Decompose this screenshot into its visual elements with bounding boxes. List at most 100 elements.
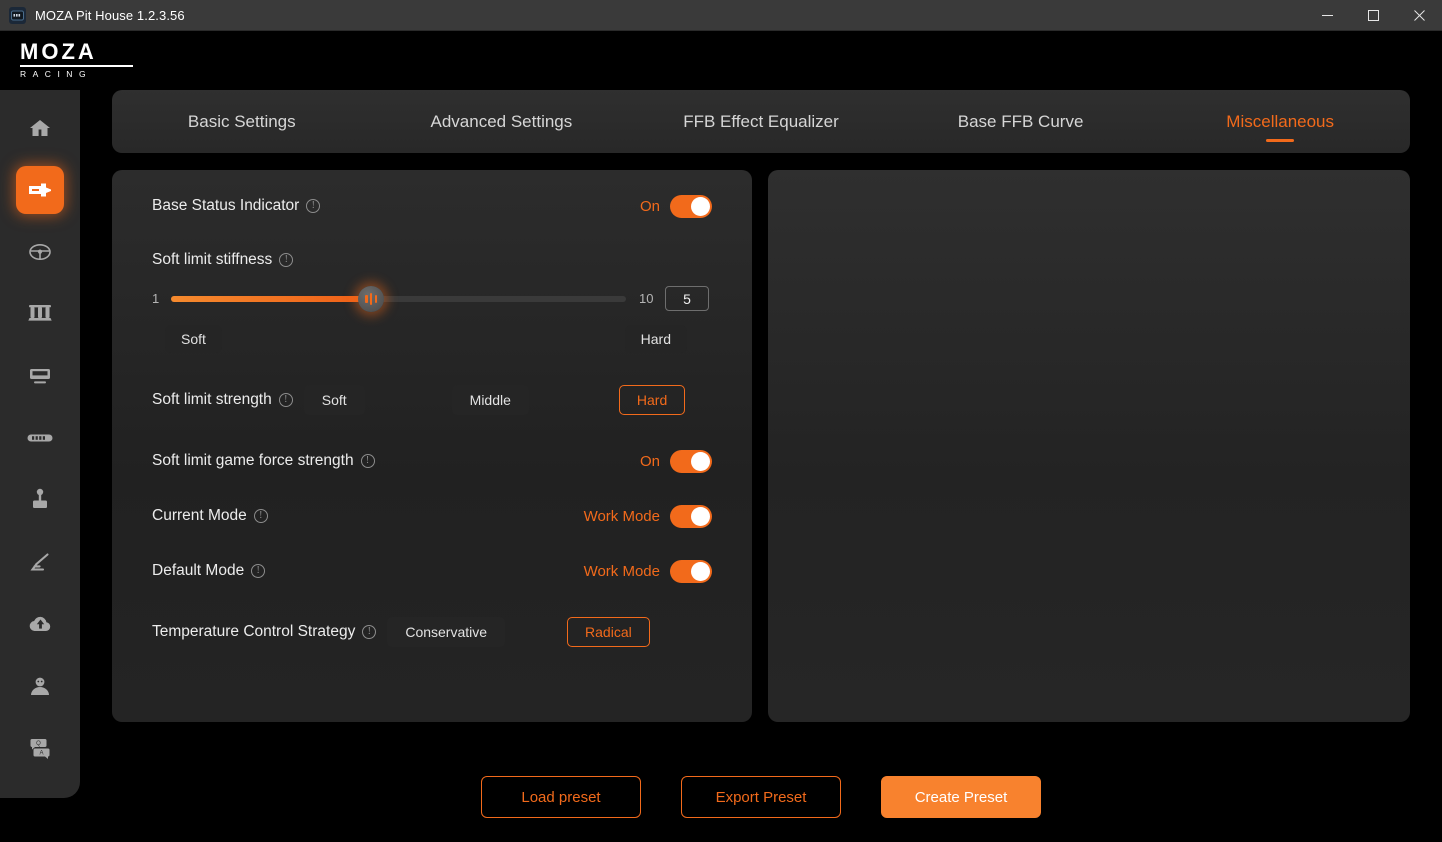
- user-icon: [28, 675, 52, 697]
- tab-base-ffb-curve[interactable]: Base FFB Curve: [891, 90, 1151, 153]
- setting-label: Soft limit game force strength: [152, 452, 354, 469]
- label-temperature-control-strategy: Temperature Control Strategy !: [152, 623, 377, 641]
- window-title: MOZA Pit House 1.2.3.56: [35, 7, 185, 23]
- info-icon[interactable]: !: [253, 509, 268, 523]
- slider-track-area[interactable]: [171, 285, 626, 312]
- toggle-switch[interactable]: [670, 559, 712, 583]
- row-soft-limit-game-force-strength: Soft limit game force strength ! On: [152, 447, 712, 475]
- setting-label: Default Mode: [152, 562, 245, 579]
- slider-max-label: 10: [639, 291, 654, 306]
- tab-basic-settings[interactable]: Basic Settings: [112, 90, 372, 153]
- tab-label: Base FFB Curve: [957, 111, 1084, 131]
- toggle-default-mode[interactable]: Work Mode: [583, 559, 712, 583]
- info-icon[interactable]: !: [279, 253, 294, 267]
- tab-label: Miscellaneous: [1226, 111, 1335, 131]
- toggle-switch[interactable]: [670, 504, 712, 528]
- create-preset-button[interactable]: Create Preset: [881, 776, 1041, 818]
- marker-spacer: [222, 325, 625, 353]
- slider-thumb[interactable]: [358, 285, 385, 312]
- row-base-status-indicator: Base Status Indicator ! On: [152, 192, 712, 220]
- preset-actions: Load preset Export Preset Create Preset: [80, 752, 1442, 842]
- tab-label: Advanced Settings: [430, 111, 573, 131]
- tab-ffb-effect-equalizer[interactable]: FFB Effect Equalizer: [631, 90, 891, 153]
- setting-label: Temperature Control Strategy: [152, 623, 356, 640]
- sidebar-item-button-box[interactable]: [16, 414, 64, 462]
- toggle-value: Work Mode: [583, 562, 660, 580]
- sidebar-item-profile[interactable]: [16, 662, 64, 710]
- content-area: Basic Settings Advanced Settings FFB Eff…: [80, 90, 1442, 842]
- sidebar-item-home[interactable]: [16, 104, 64, 152]
- sidebar-item-handbrake[interactable]: [16, 538, 64, 586]
- close-button[interactable]: [1396, 0, 1442, 31]
- pedals-icon: [28, 303, 52, 325]
- row-current-mode: Current Mode ! Work Mode: [152, 502, 712, 530]
- dash-display-icon: [28, 366, 52, 386]
- row-soft-limit-strength: Soft limit strength ! Soft Middle Hard: [152, 385, 712, 415]
- info-icon[interactable]: !: [362, 625, 377, 639]
- slider-fill: [171, 295, 372, 302]
- sidebar-item-wheelbase[interactable]: [16, 166, 64, 214]
- home-icon: [29, 117, 51, 139]
- thumb-bar: [374, 294, 377, 303]
- tab-miscellaneous[interactable]: Miscellaneous: [1150, 90, 1410, 153]
- setting-label: Soft limit stiffness: [152, 251, 273, 268]
- toggle-switch[interactable]: [670, 449, 712, 473]
- sidebar: Q A: [0, 90, 80, 798]
- option-radical[interactable]: Radical: [567, 617, 650, 647]
- slider-marker-soft[interactable]: Soft: [165, 325, 222, 353]
- toggle-switch[interactable]: [670, 194, 712, 218]
- svg-text:A: A: [39, 751, 43, 757]
- preview-panel: [768, 170, 1410, 722]
- toggle-current-mode[interactable]: Work Mode: [583, 504, 712, 528]
- tab-label: FFB Effect Equalizer: [683, 111, 839, 131]
- slider-marker-hard[interactable]: Hard: [624, 325, 687, 353]
- label-soft-limit-game-force-strength: Soft limit game force strength !: [152, 452, 375, 470]
- label-default-mode: Default Mode !: [152, 562, 266, 580]
- info-icon[interactable]: !: [360, 454, 375, 468]
- toggle-knob: [691, 506, 710, 526]
- load-preset-button[interactable]: Load preset: [481, 776, 641, 818]
- label-current-mode: Current Mode !: [152, 507, 268, 525]
- toggle-value: On: [639, 197, 660, 215]
- svg-text:Q: Q: [36, 741, 41, 747]
- sidebar-item-support[interactable]: Q A: [16, 724, 64, 772]
- button-box-icon: [27, 432, 53, 444]
- thumb-bar: [370, 292, 373, 305]
- row-soft-limit-stiffness-title: Soft limit stiffness !: [152, 246, 712, 274]
- tab-advanced-settings[interactable]: Advanced Settings: [372, 90, 632, 153]
- option-middle[interactable]: Middle: [451, 385, 529, 415]
- label-base-status-indicator: Base Status Indicator !: [152, 197, 321, 215]
- info-icon[interactable]: !: [251, 564, 266, 578]
- app-icon: [9, 6, 26, 24]
- maximize-button[interactable]: [1350, 0, 1396, 31]
- sidebar-item-dash-display[interactable]: [16, 352, 64, 400]
- label-soft-limit-stiffness: Soft limit stiffness !: [152, 251, 294, 269]
- info-icon[interactable]: !: [306, 199, 321, 213]
- steering-wheel-icon: [28, 240, 52, 264]
- sidebar-item-cloud[interactable]: [16, 600, 64, 648]
- sidebar-item-steering-wheel[interactable]: [16, 228, 64, 276]
- block-soft-limit-stiffness: Soft limit stiffness ! 1 10 5 Soft Hard: [152, 246, 712, 353]
- brand-name: MOZA: [20, 39, 97, 64]
- row-temperature-control-strategy: Temperature Control Strategy ! Conservat…: [152, 617, 712, 647]
- row-default-mode: Default Mode ! Work Mode: [152, 557, 712, 585]
- thumb-bar: [365, 294, 368, 303]
- setting-label: Current Mode: [152, 507, 247, 524]
- active-tab-underline: [1266, 139, 1295, 142]
- toggle-base-status-indicator[interactable]: On: [639, 194, 712, 218]
- info-icon[interactable]: !: [278, 393, 293, 407]
- option-soft[interactable]: Soft: [303, 385, 365, 415]
- slider-value-input[interactable]: 5: [665, 286, 709, 311]
- minimize-button[interactable]: [1304, 0, 1350, 31]
- toggle-value: On: [639, 452, 660, 470]
- sidebar-item-pedals[interactable]: [16, 290, 64, 338]
- option-conservative[interactable]: Conservative: [387, 617, 506, 647]
- option-hard[interactable]: Hard: [618, 385, 686, 415]
- export-preset-button[interactable]: Export Preset: [681, 776, 841, 818]
- toggle-soft-limit-game-force-strength[interactable]: On: [639, 449, 712, 473]
- toggle-knob: [691, 451, 710, 471]
- tab-bar: Basic Settings Advanced Settings FFB Eff…: [112, 90, 1410, 153]
- handbrake-icon: [28, 550, 52, 574]
- sidebar-item-shifter[interactable]: [16, 476, 64, 524]
- toggle-value: Work Mode: [583, 507, 660, 525]
